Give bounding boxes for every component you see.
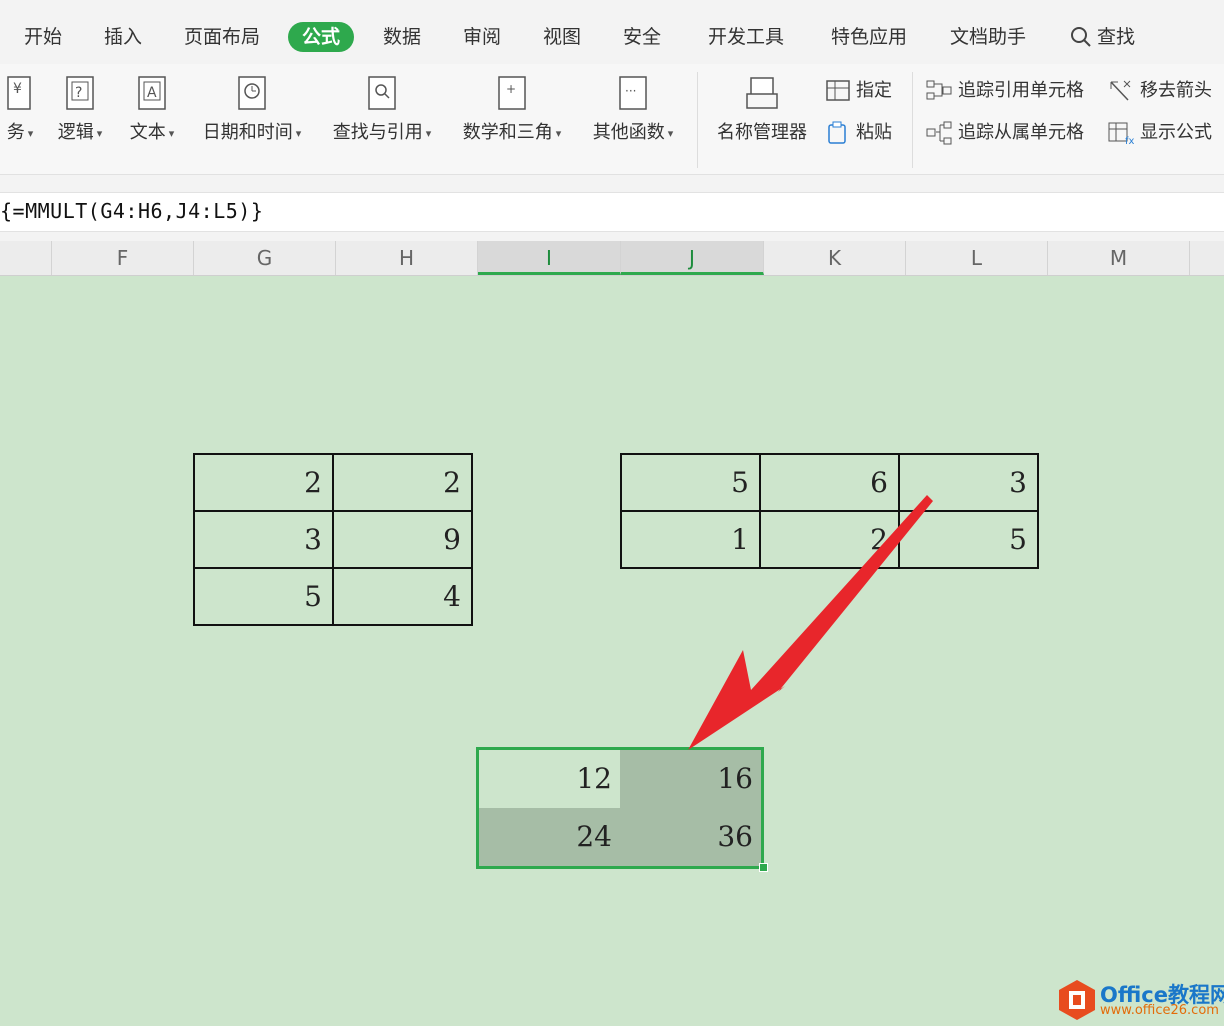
office26-logo: Office教程网 www.office26.com — [1058, 975, 1224, 1026]
office-logo-icon — [1059, 980, 1095, 1020]
watermark-url: www.office26.com — [1100, 1003, 1219, 1018]
annotation-arrow-icon — [688, 495, 933, 750]
